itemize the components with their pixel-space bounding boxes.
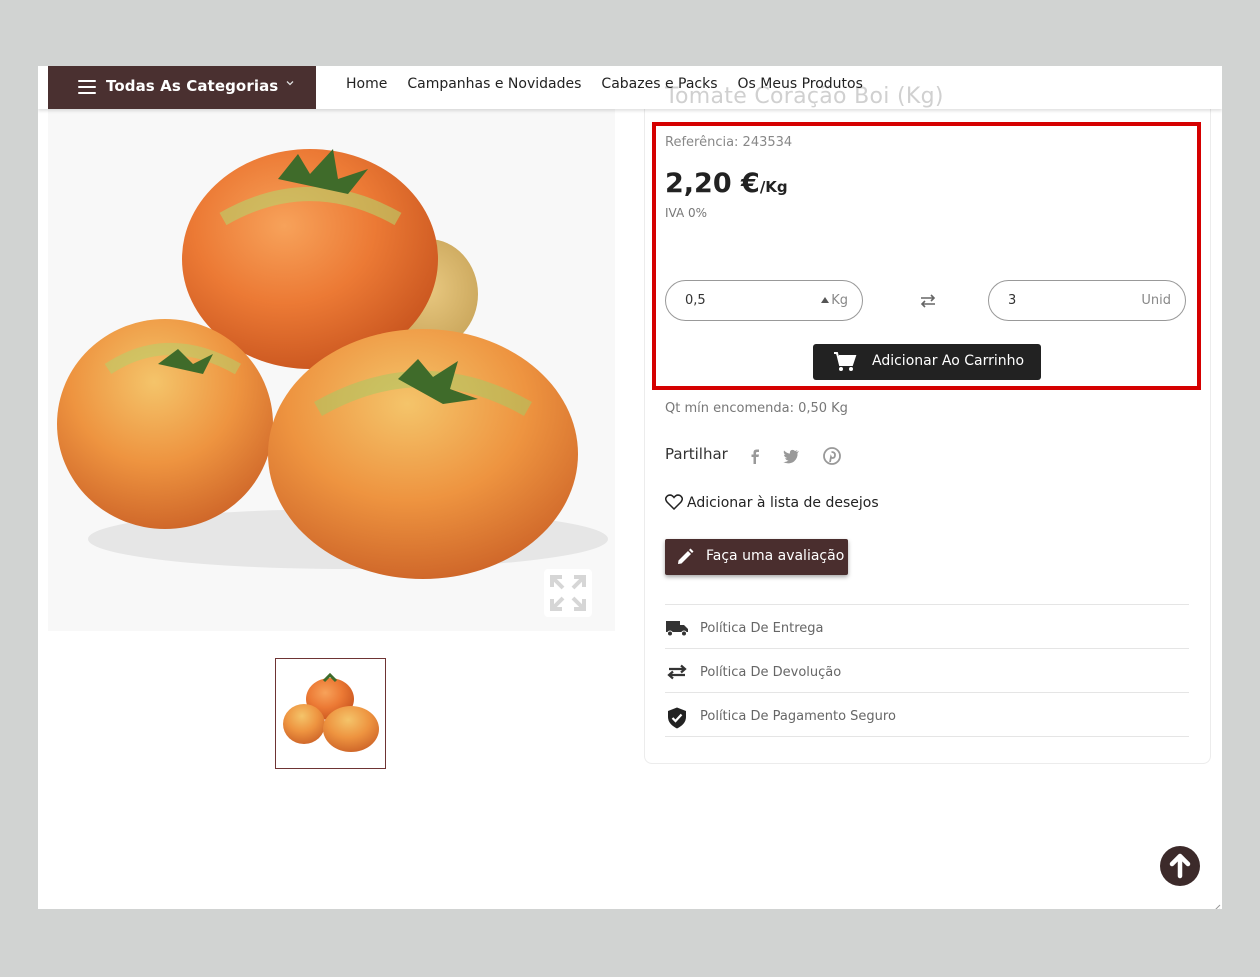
scroll-to-top-button[interactable] [1160,846,1200,886]
expand-image-button[interactable] [544,569,592,617]
share-label: Partilhar [665,445,728,463]
hamburger-icon [78,80,96,94]
min-order-text: Qt mín encomenda: 0,50 Kg [665,401,848,416]
divider [665,692,1189,693]
divider [665,604,1189,605]
nav-links: Home Campanhas e Novidades Cabazes e Pac… [346,76,863,92]
write-review-button[interactable]: Faça uma avaliação [665,539,848,575]
chevron-down-icon [285,78,295,91]
return-policy-label: Política De Devolução [700,665,842,680]
swap-arrows-icon [665,663,689,685]
all-categories-button[interactable]: Todas As Categorias [48,66,316,109]
nav-link-meus-produtos[interactable]: Os Meus Produtos [738,76,863,92]
wishlist-link[interactable]: Adicionar à lista de desejos [664,494,879,511]
truck-icon [665,619,689,641]
resize-grip-icon[interactable] [1211,898,1221,909]
pinterest-icon[interactable] [823,447,841,465]
heart-icon [664,494,684,511]
secure-payment-policy-label: Política De Pagamento Seguro [700,709,896,724]
product-main-image[interactable] [48,109,615,631]
wishlist-label: Adicionar à lista de desejos [687,495,879,511]
divider [665,736,1189,737]
purchase-highlight-box [652,122,1201,390]
shield-check-icon [665,707,689,733]
nav-link-campanhas[interactable]: Campanhas e Novidades [407,76,581,92]
thumbnail-image [283,672,379,752]
arrow-up-icon [1169,853,1191,879]
delivery-policy-label: Política De Entrega [700,621,824,636]
pencil-icon [678,548,694,564]
divider [665,648,1189,649]
facebook-icon[interactable] [746,447,764,465]
write-review-label: Faça uma avaliação [706,548,845,564]
tomatoes-image [57,149,608,579]
product-thumbnail[interactable] [275,658,386,769]
expand-icon [550,575,586,611]
nav-link-cabazes[interactable]: Cabazes e Packs [601,76,717,92]
twitter-icon[interactable] [782,447,800,465]
all-categories-label: Todas As Categorias [106,77,279,95]
product-page: Todas As Categorias Home Campanhas e Nov… [38,66,1222,909]
nav-link-home[interactable]: Home [346,76,387,92]
